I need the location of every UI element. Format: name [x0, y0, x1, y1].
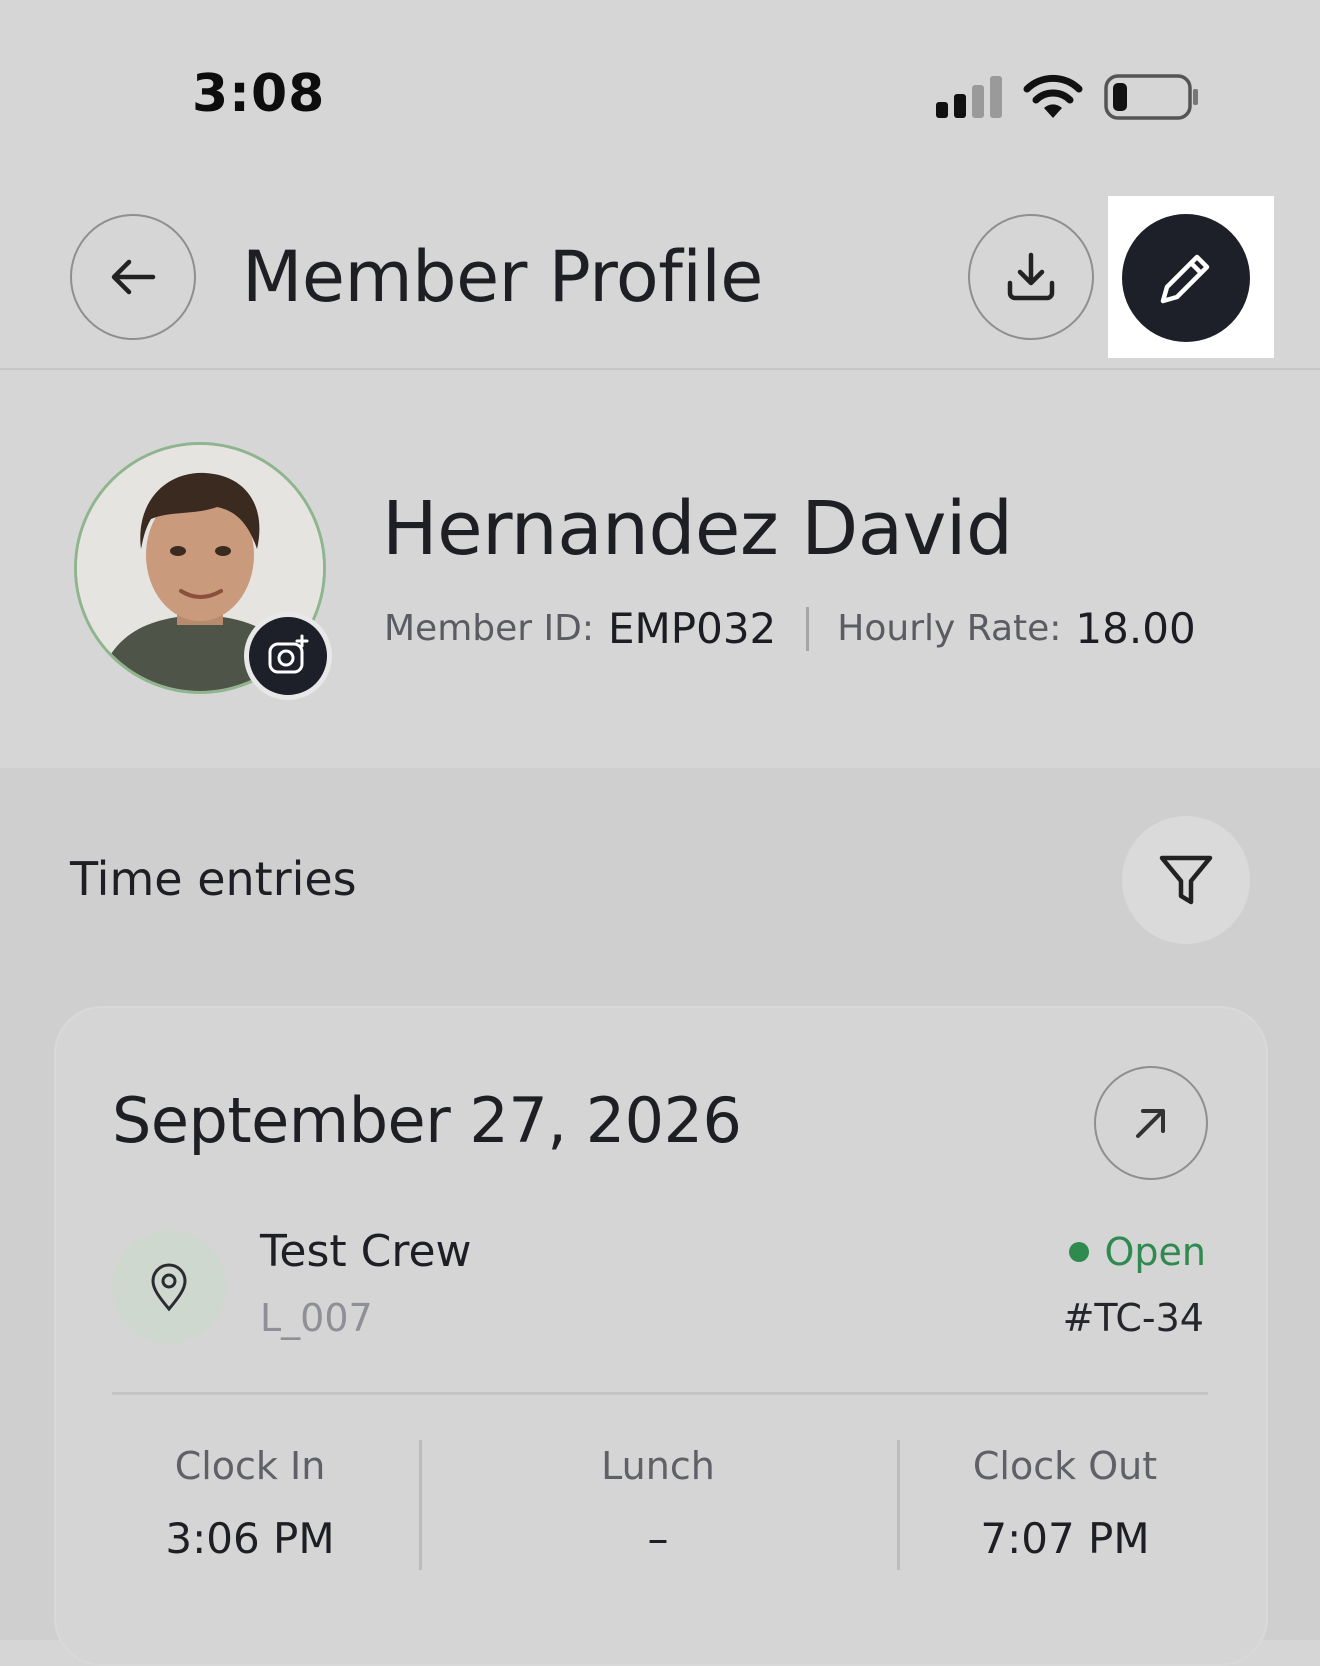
status-dot-icon [1068, 1242, 1089, 1262]
open-entry-button[interactable] [1094, 1066, 1208, 1180]
download-icon [1007, 252, 1055, 301]
hourly-rate-value: 18.00 [1075, 604, 1196, 653]
lunch-value: – [647, 1514, 669, 1563]
section-title: Time entries [70, 852, 357, 906]
lunch-label: Lunch [601, 1444, 715, 1488]
back-button[interactable] [70, 214, 196, 340]
ticket-number: #TC-34 [1062, 1296, 1204, 1340]
pencil-icon [1160, 254, 1210, 304]
clock-in-value: 3:06 PM [165, 1514, 335, 1563]
download-button[interactable] [968, 214, 1094, 340]
arrow-left-icon [111, 259, 156, 295]
filter-icon [1159, 855, 1213, 905]
edit-button[interactable] [1122, 214, 1250, 342]
column-separator [897, 1440, 900, 1570]
clock-in-label: Clock In [174, 1444, 326, 1488]
clock-out-value: 7:07 PM [980, 1514, 1150, 1563]
wifi-icon [1023, 74, 1083, 118]
member-meta: Member ID: EMP032 Hourly Rate: 18.00 [384, 604, 1196, 653]
status-text: Open [1104, 1230, 1207, 1274]
status-badge: Open [1068, 1230, 1207, 1274]
battery-icon [1104, 74, 1198, 120]
hourly-rate-label: Hourly Rate: [837, 608, 1062, 649]
page-title: Member Profile [242, 236, 763, 318]
filter-button[interactable] [1122, 816, 1250, 944]
column-separator [419, 1440, 422, 1570]
clock-out-label: Clock Out [972, 1444, 1158, 1488]
lunch-column: Lunch – [498, 1444, 818, 1563]
location-badge [112, 1230, 226, 1344]
camera-add-icon [268, 634, 309, 674]
card-divider [112, 1392, 1208, 1395]
entry-date: September 27, 2026 [112, 1084, 742, 1157]
change-photo-button[interactable] [244, 612, 332, 700]
header-divider [0, 368, 1320, 370]
meta-separator [806, 606, 810, 651]
member-id-label: Member ID: [384, 608, 594, 649]
arrow-up-right-icon [1136, 1109, 1165, 1138]
crew-code: L_007 [260, 1296, 373, 1340]
clock-in-column: Clock In 3:06 PM [90, 1444, 410, 1563]
member-name: Hernandez David [382, 486, 1013, 572]
status-time: 3:08 [192, 64, 326, 124]
location-pin-icon [151, 1263, 187, 1312]
cellular-signal-icon [936, 76, 1002, 118]
clock-out-column: Clock Out 7:07 PM [905, 1444, 1225, 1563]
crew-name: Test Crew [260, 1226, 472, 1277]
member-id-value: EMP032 [608, 604, 777, 653]
